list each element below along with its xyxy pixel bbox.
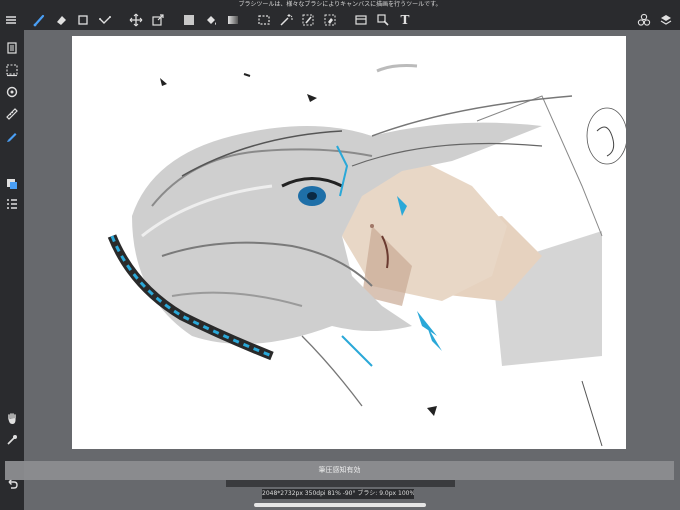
hand-button[interactable] <box>2 408 22 428</box>
selection-button[interactable] <box>2 60 22 80</box>
tool-tip: ブラシツールは、様々なブラシによりキャンバスに描画を行うツールです。 <box>238 1 442 8</box>
pages-button[interactable] <box>2 38 22 58</box>
pen-button[interactable] <box>2 126 22 146</box>
select-eraser-icon <box>324 14 336 25</box>
color-icon <box>7 179 17 189</box>
layer-settings-icon <box>355 14 367 25</box>
ruler-icon <box>6 108 18 120</box>
fill-color-button[interactable] <box>179 9 199 30</box>
artwork <box>107 64 626 447</box>
marquee-icon <box>258 14 270 25</box>
materials-icon <box>637 13 651 26</box>
eraser-icon <box>57 15 66 25</box>
text-tool-button[interactable]: T <box>395 9 415 30</box>
layers-icon <box>660 14 672 25</box>
layer-panel-button[interactable] <box>351 9 371 30</box>
reference-icon <box>377 13 389 26</box>
gradient-tool-button[interactable] <box>223 9 243 30</box>
transform-tool-button[interactable] <box>148 9 168 30</box>
pressure-toast: 筆圧感知有効 <box>5 461 674 480</box>
select-pen-button[interactable] <box>298 9 318 30</box>
bucket-tool-button[interactable] <box>201 9 221 30</box>
gradient-icon <box>228 15 238 24</box>
menu-icon <box>6 15 16 24</box>
eraser-tool-button[interactable] <box>51 9 71 30</box>
pen-icon <box>7 133 17 142</box>
main-toolbar: T <box>0 9 680 30</box>
eyedropper-icon <box>7 435 17 445</box>
pages-icon <box>7 42 17 54</box>
polyline-tool-button[interactable] <box>95 9 115 30</box>
brush-tool-button[interactable] <box>29 9 49 30</box>
brush-icon <box>33 14 45 26</box>
materials-button[interactable] <box>634 9 654 30</box>
select-tool-button[interactable] <box>254 9 274 30</box>
layers-list-button[interactable] <box>2 194 22 214</box>
text-icon: T <box>400 12 410 27</box>
move-icon <box>129 13 143 26</box>
home-indicator[interactable] <box>254 503 426 507</box>
selection-icon <box>6 64 18 77</box>
shape-tool-button[interactable] <box>73 9 93 30</box>
reference-button[interactable] <box>373 9 393 30</box>
layers-button[interactable] <box>656 9 676 30</box>
bottom-toolbar <box>226 480 455 487</box>
status-bar: 2048*2732px 350dpi 81% -90° ブラシ: 9.0px 1… <box>262 489 414 499</box>
drawing-canvas[interactable] <box>72 36 626 449</box>
left-sidebar <box>0 30 24 510</box>
color-button[interactable] <box>2 174 22 194</box>
polyline-icon <box>99 15 111 24</box>
layers-list-icon <box>7 199 17 209</box>
menu-button[interactable] <box>1 9 21 30</box>
magic-wand-icon <box>280 13 293 26</box>
rotate-icon <box>6 86 18 98</box>
select-pen-icon <box>302 14 314 25</box>
square-icon <box>78 14 88 25</box>
magic-wand-button[interactable] <box>276 9 296 30</box>
move-tool-button[interactable] <box>126 9 146 30</box>
rotate-button[interactable] <box>2 82 22 102</box>
fill-square-icon <box>184 14 194 25</box>
top-bar: ブラシツールは、様々なブラシによりキャンバスに描画を行うツールです。 T <box>0 0 680 30</box>
ruler-button[interactable] <box>2 104 22 124</box>
bucket-icon <box>207 15 216 25</box>
hand-icon <box>8 413 16 424</box>
select-eraser-button[interactable] <box>320 9 340 30</box>
transform-icon <box>152 13 164 26</box>
eyedropper-button[interactable] <box>2 430 22 450</box>
